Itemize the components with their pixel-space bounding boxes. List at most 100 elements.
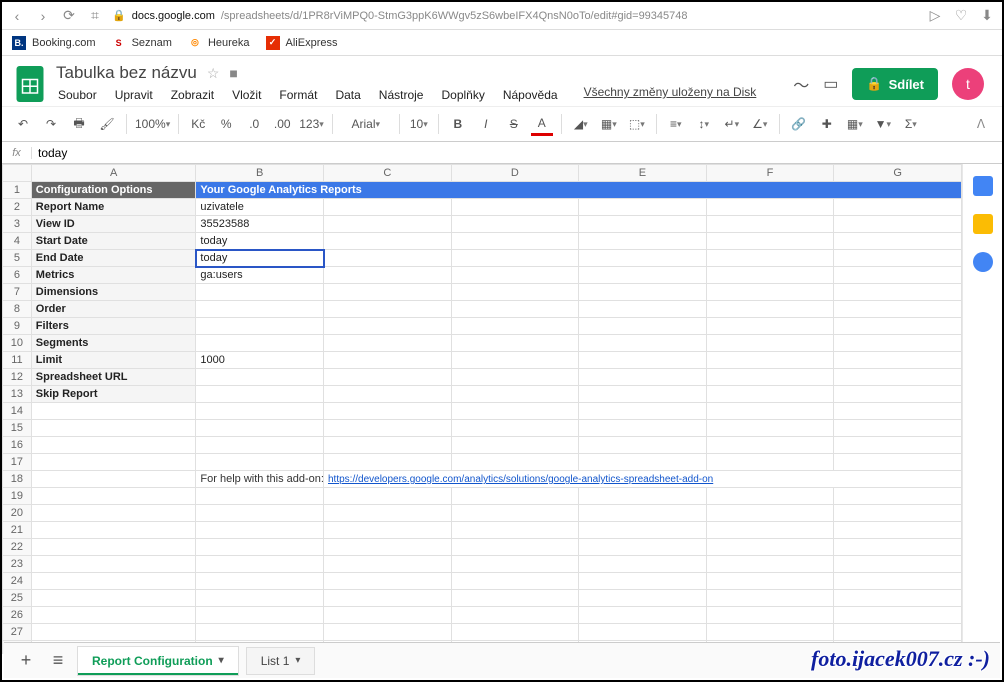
cell[interactable] <box>834 267 962 284</box>
cell[interactable] <box>451 403 579 420</box>
comment-button[interactable]: ✚ <box>816 112 838 136</box>
cell[interactable] <box>579 250 707 267</box>
row-header[interactable]: 11 <box>3 352 32 369</box>
cell[interactable] <box>579 386 707 403</box>
cell[interactable]: Start Date <box>31 233 196 250</box>
cell[interactable] <box>579 607 707 624</box>
help-link-cell[interactable]: https://developers.google.com/analytics/… <box>324 471 962 488</box>
cell[interactable] <box>324 301 452 318</box>
halign-button[interactable]: ≡ <box>665 112 687 136</box>
cell[interactable] <box>451 352 579 369</box>
cell[interactable]: today <box>196 233 324 250</box>
decrease-decimal-button[interactable]: .0 <box>243 112 265 136</box>
row-header[interactable]: 18 <box>3 471 32 488</box>
cell[interactable] <box>579 352 707 369</box>
share-button[interactable]: 🔒 Sdílet <box>852 68 938 100</box>
cell[interactable] <box>579 624 707 641</box>
cell[interactable] <box>451 505 579 522</box>
cell[interactable] <box>324 590 452 607</box>
cell[interactable] <box>324 267 452 284</box>
cell[interactable] <box>324 556 452 573</box>
row-header[interactable]: 21 <box>3 522 32 539</box>
cell[interactable] <box>196 318 324 335</box>
link-button[interactable]: 🔗 <box>788 112 810 136</box>
cell[interactable] <box>834 199 962 216</box>
cell[interactable] <box>579 284 707 301</box>
cell[interactable] <box>834 539 962 556</box>
cell[interactable] <box>451 284 579 301</box>
browser-reload[interactable]: ⟳ <box>60 7 78 24</box>
cell[interactable] <box>834 352 962 369</box>
cell[interactable]: Limit <box>31 352 196 369</box>
cell[interactable] <box>706 624 834 641</box>
paint-format-button[interactable]: 🖌 <box>96 112 118 136</box>
cell[interactable] <box>579 318 707 335</box>
menu-item[interactable]: Formát <box>277 85 319 105</box>
row-header[interactable]: 4 <box>3 233 32 250</box>
cell[interactable]: Spreadsheet URL <box>31 369 196 386</box>
cell[interactable] <box>196 539 324 556</box>
cell[interactable] <box>324 573 452 590</box>
cell[interactable] <box>196 624 324 641</box>
select-all-cell[interactable] <box>3 165 32 182</box>
cell[interactable] <box>324 505 452 522</box>
cell[interactable] <box>451 386 579 403</box>
cell[interactable] <box>324 607 452 624</box>
row-header[interactable]: 9 <box>3 318 32 335</box>
cell[interactable] <box>706 233 834 250</box>
cell[interactable] <box>31 403 196 420</box>
cell[interactable] <box>451 369 579 386</box>
cell[interactable] <box>324 284 452 301</box>
cell[interactable] <box>196 488 324 505</box>
add-sheet-button[interactable]: + <box>14 650 38 671</box>
bold-button[interactable]: B <box>447 112 469 136</box>
cell[interactable] <box>196 301 324 318</box>
row-header[interactable]: 14 <box>3 403 32 420</box>
calendar-icon[interactable] <box>973 176 993 196</box>
sheets-logo[interactable] <box>12 62 48 106</box>
rotate-button[interactable]: ∠ <box>749 112 771 136</box>
cell[interactable]: End Date <box>31 250 196 267</box>
cell[interactable]: uzivatele <box>196 199 324 216</box>
cell[interactable] <box>579 522 707 539</box>
cell[interactable]: View ID <box>31 216 196 233</box>
row-header[interactable]: 13 <box>3 386 32 403</box>
cell[interactable] <box>324 420 452 437</box>
currency-button[interactable]: Kč <box>187 112 209 136</box>
cell[interactable] <box>31 522 196 539</box>
cell[interactable] <box>706 573 834 590</box>
row-header[interactable]: 20 <box>3 505 32 522</box>
keep-icon[interactable] <box>973 214 993 234</box>
cell[interactable] <box>451 420 579 437</box>
cell[interactable] <box>324 386 452 403</box>
cell[interactable] <box>324 352 452 369</box>
cell[interactable]: Segments <box>31 335 196 352</box>
cell[interactable] <box>579 590 707 607</box>
row-header[interactable]: 27 <box>3 624 32 641</box>
cell[interactable] <box>706 607 834 624</box>
cell[interactable] <box>451 216 579 233</box>
cell[interactable] <box>451 233 579 250</box>
menu-item[interactable]: Nápověda <box>501 85 560 105</box>
trend-icon[interactable]: 〜 <box>793 72 809 96</box>
menu-item[interactable]: Zobrazit <box>169 85 216 105</box>
cell[interactable]: 35523588 <box>196 216 324 233</box>
cell[interactable] <box>31 505 196 522</box>
menu-item[interactable]: Data <box>333 85 362 105</box>
cell[interactable] <box>579 505 707 522</box>
fill-color-button[interactable]: ◢ <box>570 112 592 136</box>
cell[interactable] <box>324 539 452 556</box>
cell[interactable] <box>31 590 196 607</box>
column-header[interactable]: G <box>834 165 962 182</box>
cell[interactable] <box>579 233 707 250</box>
cell[interactable] <box>706 267 834 284</box>
cell[interactable] <box>706 352 834 369</box>
cell[interactable]: Order <box>31 301 196 318</box>
row-header[interactable]: 1 <box>3 182 32 199</box>
cell[interactable] <box>31 437 196 454</box>
row-header[interactable]: 19 <box>3 488 32 505</box>
cell[interactable] <box>706 505 834 522</box>
cell[interactable] <box>451 301 579 318</box>
column-header[interactable]: D <box>451 165 579 182</box>
cell[interactable] <box>196 590 324 607</box>
